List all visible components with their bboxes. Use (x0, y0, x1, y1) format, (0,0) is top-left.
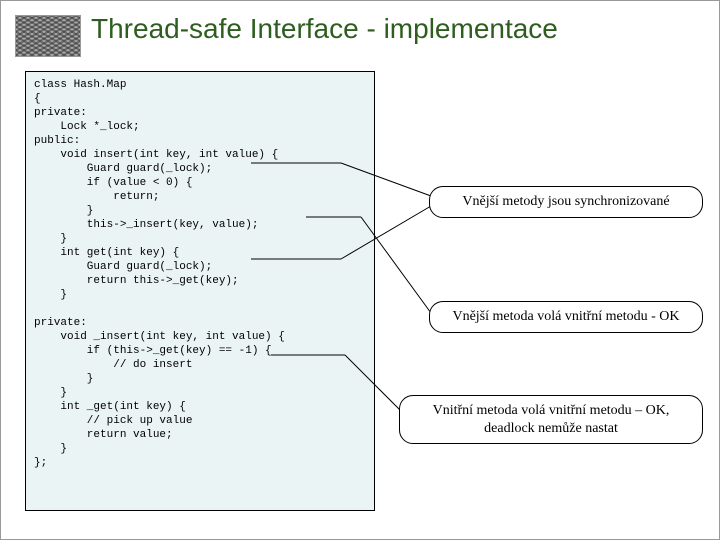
callout-outer-sync: Vnější metody jsou synchronizované (429, 186, 703, 218)
slide-title: Thread-safe Interface - implementace (91, 13, 558, 45)
logo-image (15, 15, 81, 57)
code-block: class Hash.Map { private: Lock *_lock; p… (25, 71, 375, 511)
slide: Thread-safe Interface - implementace cla… (0, 0, 720, 540)
callout-outer-calls-inner: Vnější metoda volá vnitřní metodu - OK (429, 301, 703, 333)
callout-inner-calls-inner: Vnitřní metoda volá vnitřní metodu – OK,… (399, 395, 703, 444)
